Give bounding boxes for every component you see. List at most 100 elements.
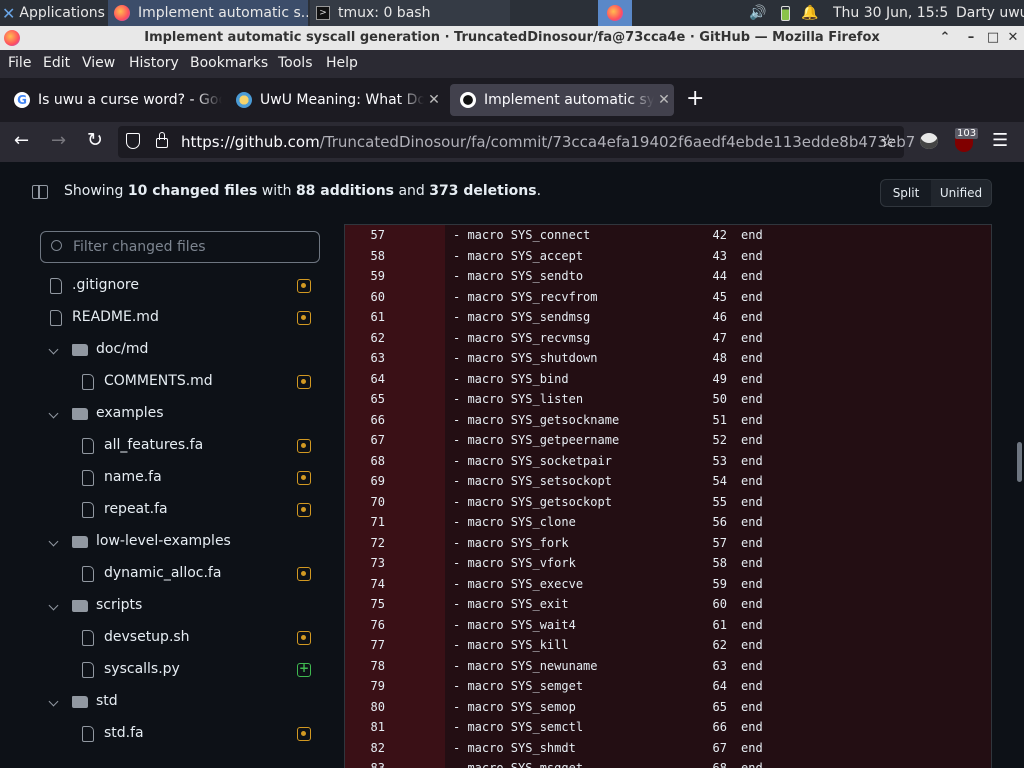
tab-label: Implement automatic syscall generation: [484, 92, 654, 108]
applications-menu[interactable]: ✕ Applications: [2, 0, 108, 26]
file-tree-file[interactable]: syscalls.py +: [0, 654, 330, 686]
url-host: https://github.com: [181, 133, 320, 151]
file-tree-file[interactable]: dynamic_alloc.fa: [0, 558, 330, 590]
summary-deletions: 373 deletions: [429, 183, 537, 199]
file-icon: [50, 278, 62, 294]
file-tree-file[interactable]: COMMENTS.md: [0, 366, 330, 398]
menu-history[interactable]: History: [129, 55, 179, 71]
forward-icon[interactable]: →: [51, 130, 66, 151]
file-tree-folder[interactable]: examples: [0, 398, 330, 430]
file-tree-label: examples: [96, 405, 164, 421]
diff-line-number-right: 50: [712, 392, 727, 406]
diff-line-number: 77: [370, 638, 385, 652]
chevron-down-icon[interactable]: [48, 536, 59, 547]
diff-code: - macro SYS_msgget: [453, 761, 584, 768]
search-icon: [51, 240, 62, 251]
reload-icon[interactable]: ↻: [87, 129, 103, 151]
diff-line-number: 73: [370, 556, 385, 570]
back-icon[interactable]: ←: [14, 130, 29, 151]
file-tree-file[interactable]: std.fa: [0, 718, 330, 750]
chevron-down-icon[interactable]: [48, 600, 59, 611]
diff-code-right: end: [741, 576, 763, 591]
window-collapse-icon[interactable]: ⌃: [938, 26, 952, 50]
file-tree-file[interactable]: .gitignore: [0, 270, 330, 302]
diff-code-right: end: [741, 658, 763, 673]
diff-line-number: 75: [370, 597, 385, 611]
menu-tools[interactable]: Tools: [278, 55, 313, 71]
menu-view[interactable]: View: [82, 55, 115, 71]
workspace-button[interactable]: [598, 0, 632, 26]
file-tree-file[interactable]: devsetup.sh: [0, 622, 330, 654]
diff-code-right: end: [741, 248, 763, 263]
diff-code: - macro SYS_recvfrom: [453, 289, 598, 304]
file-modified-icon: [297, 727, 311, 741]
file-modified-icon: [297, 567, 311, 581]
diff-row: 61 - macro SYS_sendmsg 46 end: [345, 307, 991, 328]
diff-code: - macro SYS_fork: [453, 535, 569, 550]
diff-line-number-right: 61: [712, 617, 727, 632]
taskbar-task-firefox[interactable]: Implement automatic s...: [108, 0, 308, 26]
desktop-taskbar: ✕ Applications Implement automatic s... …: [0, 0, 1024, 26]
window-minimize-icon[interactable]: –: [964, 26, 978, 50]
file-tree-file[interactable]: name.fa: [0, 462, 330, 494]
shield-icon: [126, 133, 140, 149]
file-tree-folder[interactable]: std: [0, 686, 330, 718]
chevron-down-icon[interactable]: [48, 696, 59, 707]
file-tree-label: devsetup.sh: [104, 629, 190, 645]
tab-uwu-meaning[interactable]: UwU Meaning: What Does UwU Mean? ✕: [226, 84, 444, 116]
file-tree-toggle-icon[interactable]: [32, 185, 48, 199]
tab-github-commit[interactable]: Implement automatic syscall generation ✕: [450, 84, 674, 116]
diff-row: 72 - macro SYS_fork 57 end: [345, 533, 991, 554]
diff-line-number-right: 60: [712, 597, 727, 611]
diff-row: 77 - macro SYS_kill 62 end: [345, 635, 991, 656]
file-tree-label: repeat.fa: [104, 501, 168, 517]
menu-file[interactable]: File: [8, 55, 31, 71]
menu-bookmarks[interactable]: Bookmarks: [190, 55, 268, 71]
diff-code-right: end: [741, 392, 763, 406]
battery-icon[interactable]: [778, 0, 792, 26]
tab-google-search[interactable]: G Is uwu a curse word? - Google Search: [4, 84, 222, 116]
diff-line-number-right: 53: [712, 453, 727, 468]
close-tab-icon[interactable]: ✕: [424, 92, 444, 108]
diff-code: - macro SYS_kill: [453, 638, 569, 652]
file-tree-file[interactable]: all_features.fa: [0, 430, 330, 462]
diff-code: - macro SYS_recvmsg: [453, 330, 591, 345]
taskbar-task-terminal[interactable]: > tmux: 0 bash: [310, 0, 510, 26]
diff-code: - macro SYS_accept: [453, 248, 584, 263]
new-tab-icon[interactable]: +: [686, 86, 704, 111]
volume-icon[interactable]: 🔊: [748, 0, 768, 26]
hamburger-menu-icon[interactable]: ☰: [992, 130, 1008, 151]
chevron-down-icon[interactable]: [48, 344, 59, 355]
file-tree-file[interactable]: README.md: [0, 302, 330, 334]
filter-changed-files-input[interactable]: Filter changed files: [40, 231, 320, 263]
unified-view-button[interactable]: Unified: [931, 180, 991, 206]
page-scrollbar-thumb[interactable]: [1017, 442, 1022, 482]
bookmark-star-icon[interactable]: ☆: [880, 131, 896, 152]
diff-line-number-right: 48: [712, 351, 727, 365]
diff-line-number: 81: [370, 720, 385, 734]
file-tree-folder[interactable]: scripts: [0, 590, 330, 622]
window-maximize-icon[interactable]: □: [986, 26, 1000, 50]
diff-code-right: end: [741, 269, 763, 283]
diff-line-number: 61: [370, 310, 385, 324]
file-added-icon: +: [297, 661, 311, 677]
notification-bell-icon[interactable]: 🔔: [802, 0, 818, 26]
menu-edit[interactable]: Edit: [43, 55, 70, 71]
diff-line-number-right: 45: [712, 289, 727, 304]
file-tree-folder[interactable]: doc/md: [0, 334, 330, 366]
file-tree-folder[interactable]: low-level-examples: [0, 526, 330, 558]
split-view-button[interactable]: Split: [881, 180, 931, 206]
file-tree-file[interactable]: repeat.fa: [0, 494, 330, 526]
url-bar[interactable]: https://github.com/TruncatedDinosour/fa/…: [118, 126, 915, 158]
clock[interactable]: Thu 30 Jun, 15:51: [833, 0, 948, 26]
extension-masked-icon[interactable]: [920, 133, 938, 149]
menu-help[interactable]: Help: [326, 55, 358, 71]
close-tab-icon[interactable]: ✕: [654, 92, 674, 108]
navigation-bar: ← → ↻ https://github.com/TruncatedDinoso…: [0, 122, 1024, 162]
window-close-icon[interactable]: ✕: [1006, 26, 1020, 50]
summary-suffix: .: [536, 183, 542, 199]
diff-line-number-right: 59: [712, 576, 727, 591]
chevron-down-icon[interactable]: [48, 408, 59, 419]
user-name[interactable]: Darty uwu: [956, 0, 1024, 26]
file-icon: [82, 438, 94, 454]
